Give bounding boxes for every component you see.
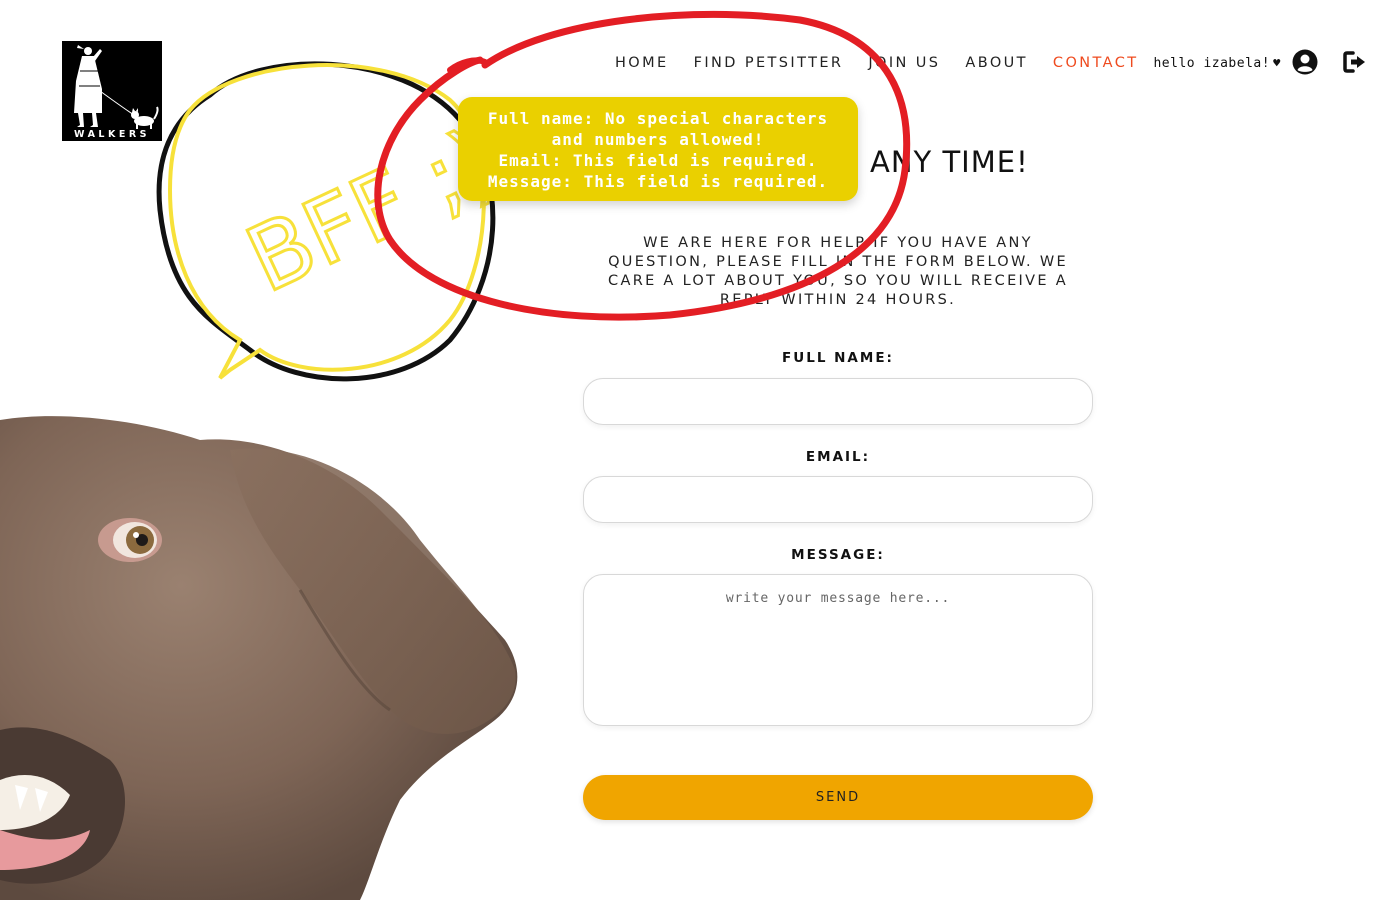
tooltip-line-fullname: Full name: No special characters — [487, 109, 829, 128]
logo-text: WALKERS — [74, 129, 150, 140]
tooltip-line-message: Message: This field is required. — [487, 172, 829, 191]
message-textarea[interactable] — [583, 574, 1093, 726]
main-nav: HOME FIND PETSITTER JOIN US ABOUT CONTAC… — [615, 52, 1281, 74]
greeting-text: hello izabela! — [1153, 55, 1271, 71]
nav-join-us[interactable]: JOIN US — [868, 55, 940, 71]
nav-contact[interactable]: CONTACT — [1053, 55, 1139, 71]
user-circle-icon[interactable] — [1292, 49, 1318, 75]
message-label: MESSAGE: — [791, 547, 885, 563]
fullname-label: FULL NAME: — [782, 350, 894, 366]
nav-about[interactable]: ABOUT — [965, 55, 1028, 71]
walkers-logo[interactable]: WALKERS — [62, 41, 162, 141]
nav-home[interactable]: HOME — [615, 55, 669, 71]
tooltip-line-fullname-2: and numbers allowed! — [551, 130, 765, 149]
nav-find-petsitter[interactable]: FIND PETSITTER — [694, 55, 844, 71]
tooltip-line-email: Email: This field is required. — [498, 151, 818, 170]
email-input[interactable] — [583, 476, 1093, 523]
fullname-input[interactable] — [583, 378, 1093, 425]
page-heading: ANY TIME! — [870, 145, 1029, 179]
user-greeting: hello izabela! ♥ — [1153, 56, 1280, 71]
intro-text: WE ARE HERE FOR HELP IF YOU HAVE ANY QUE… — [608, 235, 1068, 308]
email-label: EMAIL: — [805, 449, 871, 465]
send-button[interactable]: SEND — [583, 775, 1093, 820]
walker-figure-icon — [74, 45, 159, 129]
sign-out-icon[interactable] — [1343, 50, 1369, 74]
validation-tooltip: Full name: No special characters and num… — [458, 97, 858, 201]
heart-icon: ♥ — [1273, 55, 1281, 70]
bff-speech-bubble: BFF ;) — [156, 61, 500, 382]
dog-photo — [0, 416, 518, 900]
